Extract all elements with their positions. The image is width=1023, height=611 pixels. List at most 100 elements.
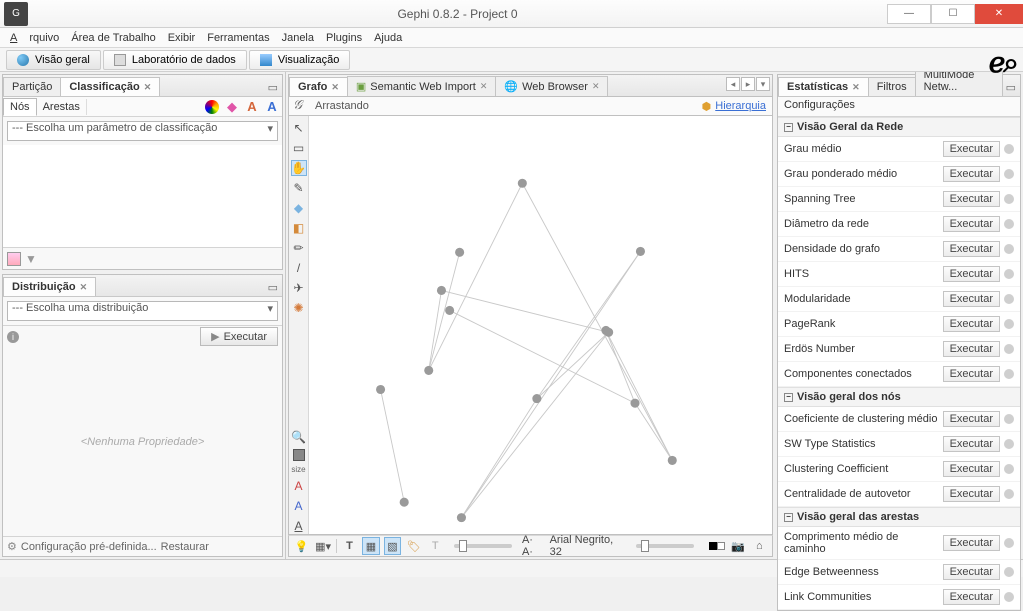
collapse-icon[interactable]: − — [784, 393, 793, 402]
help-icon[interactable] — [1004, 219, 1014, 229]
layout-run-button[interactable]: ▶Executar — [200, 327, 278, 346]
settings-tool-icon[interactable]: ✺ — [291, 300, 307, 316]
size-icon[interactable]: ◆ — [224, 99, 240, 115]
select-tool-icon[interactable]: ↖ — [291, 120, 307, 136]
bg-color-icon[interactable] — [708, 537, 725, 555]
menu-area[interactable]: Área de Trabalho — [65, 32, 161, 44]
edge-labels-icon[interactable]: ▧ — [384, 537, 401, 555]
filter-icon[interactable]: ▼ — [25, 252, 37, 266]
run-button[interactable]: Executar — [943, 141, 1000, 157]
ranking-param-select[interactable]: --- Escolha um parâmetro de classificaçã… — [7, 121, 278, 141]
perspective-datalab[interactable]: Laboratório de dados — [103, 50, 247, 70]
more-icon[interactable]: ⌂ — [751, 537, 768, 555]
help-icon[interactable] — [1004, 369, 1014, 379]
window-minimize-button[interactable]: — — [887, 4, 931, 24]
layout-select[interactable]: --- Escolha uma distribuição▾ — [7, 301, 278, 321]
graph-canvas[interactable] — [309, 116, 772, 534]
tab-layout[interactable]: Distribuição ✕ — [3, 277, 96, 296]
menu-ajuda[interactable]: Ajuda — [368, 32, 408, 44]
minimize-panel-icon[interactable]: ▭ — [264, 279, 282, 296]
menu-arquivo[interactable]: Arquivo — [4, 32, 65, 44]
window-close-button[interactable]: ✕ — [975, 4, 1023, 24]
zoom-tool-icon[interactable]: 🔍 — [291, 429, 307, 445]
result-list-icon[interactable] — [7, 252, 21, 266]
airplane-tool-icon[interactable]: ✈ — [291, 280, 307, 296]
info-icon[interactable]: i — [7, 331, 19, 343]
run-button[interactable]: Executar — [943, 241, 1000, 257]
rect-select-tool-icon[interactable]: ▭ — [291, 140, 307, 156]
a-underline-icon[interactable]: A — [291, 518, 307, 534]
close-icon[interactable]: ✕ — [592, 81, 600, 92]
label-size-icon[interactable]: A — [264, 99, 280, 115]
close-icon[interactable]: ✕ — [144, 82, 152, 93]
close-icon[interactable]: ✕ — [480, 81, 488, 92]
window-maximize-button[interactable]: ☐ — [931, 4, 975, 24]
eraser-tool-icon[interactable]: / — [291, 260, 307, 276]
text-bold-icon[interactable]: T — [341, 537, 358, 555]
sizer-tool-icon[interactable]: ◆ — [291, 200, 307, 216]
minimize-panel-icon[interactable]: ▭ — [1002, 79, 1020, 96]
text-size-icon[interactable]: T — [427, 537, 444, 555]
painter-tool-icon[interactable]: ◧ — [291, 220, 307, 236]
perspective-preview[interactable]: Visualização — [249, 50, 351, 70]
run-button[interactable]: Executar — [943, 216, 1000, 232]
run-button[interactable]: Executar — [943, 564, 1000, 580]
gear-icon[interactable]: ⚙ — [7, 540, 17, 553]
run-button[interactable]: Executar — [943, 436, 1000, 452]
edge-weight-slider[interactable] — [636, 544, 694, 548]
pencil-tool-icon[interactable]: ✏ — [291, 240, 307, 256]
run-button[interactable]: Executar — [943, 589, 1000, 605]
run-button[interactable]: Executar — [943, 291, 1000, 307]
help-icon[interactable] — [1004, 439, 1014, 449]
help-icon[interactable] — [1004, 269, 1014, 279]
tab-semantic-web[interactable]: ▣ Semantic Web Import ✕ — [347, 76, 497, 96]
collapse-icon[interactable]: − — [784, 513, 793, 522]
subtab-edges[interactable]: Arestas — [37, 99, 87, 115]
tab-statistics[interactable]: Estatísticas ✕ — [778, 77, 869, 96]
help-icon[interactable] — [1004, 244, 1014, 254]
bulb-icon[interactable]: 💡 — [293, 537, 310, 555]
font-label[interactable]: Arial Negrito, 32 — [550, 534, 626, 558]
close-icon[interactable]: ✕ — [80, 282, 88, 293]
run-button[interactable]: Executar — [943, 341, 1000, 357]
perspective-overview[interactable]: Visão geral — [6, 50, 101, 70]
hierarchy-link[interactable]: Hierarquia — [715, 100, 766, 112]
run-button[interactable]: Executar — [943, 535, 1000, 551]
run-button[interactable]: Executar — [943, 166, 1000, 182]
help-icon[interactable] — [1004, 489, 1014, 499]
close-icon[interactable]: ✕ — [331, 82, 339, 93]
tag-icon[interactable]: 🏷 — [405, 537, 422, 555]
a-tool-red-icon[interactable]: A — [291, 478, 307, 494]
help-icon[interactable] — [1004, 319, 1014, 329]
reset-link[interactable]: Restaurar — [161, 541, 209, 553]
drag-tool-icon[interactable]: ✋ — [291, 160, 307, 176]
tab-partition[interactable]: Partição — [3, 77, 61, 96]
close-icon[interactable]: ✕ — [852, 82, 860, 93]
help-icon[interactable] — [1004, 169, 1014, 179]
help-icon[interactable] — [1004, 144, 1014, 154]
menu-ferramentas[interactable]: Ferramentas — [201, 32, 275, 44]
screenshot-icon[interactable]: 📷 — [729, 537, 746, 555]
run-button[interactable]: Executar — [943, 486, 1000, 502]
a-tool-blue-icon[interactable]: A — [291, 498, 307, 514]
run-button[interactable]: Executar — [943, 411, 1000, 427]
run-button[interactable]: Executar — [943, 191, 1000, 207]
label-size-slider[interactable] — [454, 544, 512, 548]
preset-link[interactable]: Configuração pré-definida... — [21, 541, 157, 553]
run-button[interactable]: Executar — [943, 461, 1000, 477]
node-labels-icon[interactable]: ▦ — [362, 537, 379, 555]
menu-plugins[interactable]: Plugins — [320, 32, 368, 44]
tab-graph[interactable]: Grafo ✕ — [289, 77, 348, 96]
minimize-panel-icon[interactable]: ▭ — [264, 79, 282, 96]
subtab-nodes[interactable]: Nós — [3, 98, 37, 116]
tab-web-browser[interactable]: 🌐 Web Browser ✕ — [495, 76, 608, 96]
run-button[interactable]: Executar — [943, 366, 1000, 382]
tab-filters[interactable]: Filtros — [868, 77, 916, 96]
collapse-icon[interactable]: − — [784, 123, 793, 132]
dropdown-icon[interactable]: ▾ — [756, 77, 770, 91]
menu-exibir[interactable]: Exibir — [162, 32, 202, 44]
run-button[interactable]: Executar — [943, 266, 1000, 282]
config-row[interactable]: Configurações — [778, 97, 1020, 117]
label-color-icon[interactable]: A — [244, 99, 260, 115]
help-icon[interactable] — [1004, 194, 1014, 204]
